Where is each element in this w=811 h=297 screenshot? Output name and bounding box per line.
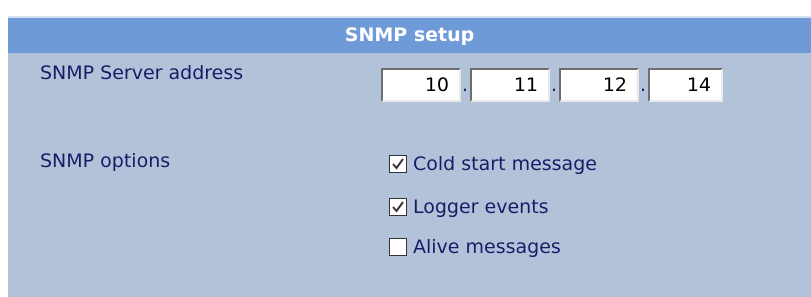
logger-events-checkbox[interactable] <box>389 198 407 216</box>
logger-events-label: Logger events <box>413 196 549 218</box>
snmp-setup-panel: SNMP setup SNMP Server address . . . SNM… <box>8 16 811 297</box>
panel-title: SNMP setup <box>8 16 811 53</box>
check-icon <box>392 158 404 170</box>
alive-messages-checkbox[interactable] <box>389 238 407 256</box>
server-address-label: SNMP Server address <box>40 62 244 84</box>
option-cold-start[interactable]: Cold start message <box>389 150 597 178</box>
ip-octet-1-input[interactable] <box>381 68 461 102</box>
option-logger-events[interactable]: Logger events <box>389 193 549 221</box>
snmp-options-label: SNMP options <box>40 150 171 172</box>
alive-messages-label: Alive messages <box>413 236 561 258</box>
ip-octet-2-input[interactable] <box>470 68 550 102</box>
option-alive-messages[interactable]: Alive messages <box>389 233 561 261</box>
ip-separator: . <box>462 74 469 96</box>
check-icon <box>392 201 404 213</box>
ip-separator: . <box>640 74 647 96</box>
ip-octet-3-input[interactable] <box>559 68 639 102</box>
cold-start-label: Cold start message <box>413 153 597 175</box>
cold-start-checkbox[interactable] <box>389 155 407 173</box>
ip-separator: . <box>551 74 558 96</box>
ip-octet-4-input[interactable] <box>648 68 723 102</box>
